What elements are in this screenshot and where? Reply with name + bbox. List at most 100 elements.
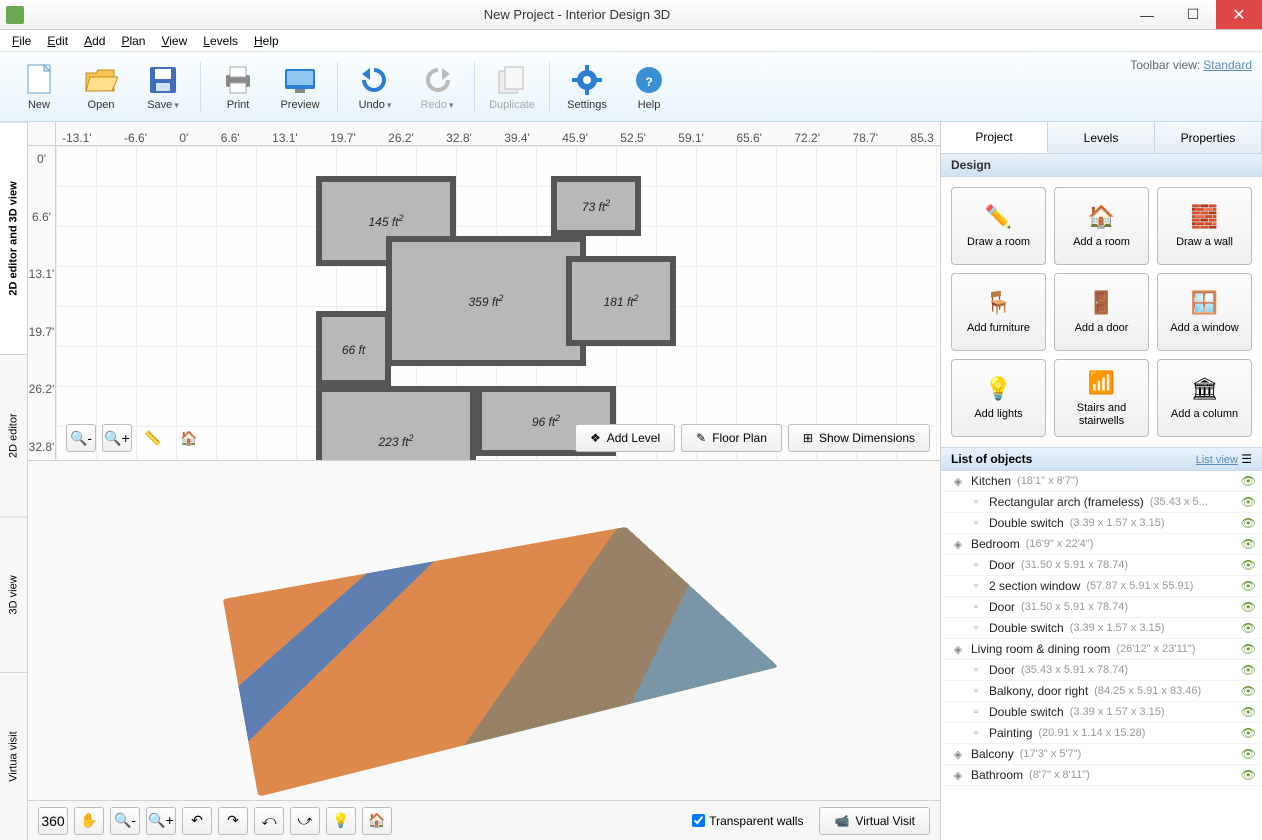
transparent-walls-checkbox[interactable]: Transparent walls [692, 814, 803, 828]
stairs-and-stairwells-button[interactable]: 📶Stairs and stairwells [1054, 359, 1149, 437]
list-item[interactable]: ▫Door (31.50 x 5.91 x 78.74)👁 [941, 555, 1262, 576]
view-tab-0[interactable]: 2D editor and 3D view [0, 122, 27, 354]
undo-button[interactable]: Undo▾ [344, 61, 406, 113]
tab-properties[interactable]: Properties [1155, 122, 1262, 153]
menu-view[interactable]: View [153, 32, 195, 50]
list-view-toggle[interactable]: List view [1196, 454, 1238, 466]
list-icon[interactable]: ☰ [1241, 452, 1252, 466]
room[interactable]: 181 ft2 [566, 256, 676, 346]
print-button[interactable]: Print [207, 61, 269, 113]
zoom-in-3d-button[interactable]: 🔍+ [146, 807, 176, 835]
room[interactable]: 359 ft2 [386, 236, 586, 366]
list-item[interactable]: ▫2 section window (57.87 x 5.91 x 55.91)… [941, 576, 1262, 597]
menu-edit[interactable]: Edit [39, 32, 76, 50]
list-item[interactable]: ▫Double switch (3.39 x 1.57 x 3.15)👁 [941, 513, 1262, 534]
zoom-in-button[interactable]: 🔍+ [102, 424, 132, 452]
add-furniture-button[interactable]: 🪑Add furniture [951, 273, 1046, 351]
list-item[interactable]: ▫Double switch (3.39 x 1.57 x 3.15)👁 [941, 702, 1262, 723]
tilt-left-button[interactable]: ⤺ [254, 807, 284, 835]
visibility-icon[interactable]: 👁 [1241, 768, 1256, 782]
add-a-door-button[interactable]: 🚪Add a door [1054, 273, 1149, 351]
room[interactable]: 66 ft [316, 311, 391, 386]
visibility-icon[interactable]: 👁 [1241, 579, 1256, 593]
save-button[interactable]: Save▾ [132, 61, 194, 113]
tab-project[interactable]: Project [941, 122, 1048, 153]
list-item[interactable]: ▫Painting (20.91 x 1.14 x 15.28)👁 [941, 723, 1262, 744]
zoom-out-button[interactable]: 🔍- [66, 424, 96, 452]
floorplan[interactable]: 145 ft273 ft2359 ft2181 ft266 ft223 ft29… [296, 176, 716, 460]
help-button[interactable]: ?Help [618, 61, 680, 113]
list-item[interactable]: ▫Door (35.43 x 5.91 x 78.74)👁 [941, 660, 1262, 681]
view-tab-2[interactable]: 3D view [0, 516, 27, 672]
tilt-right-button[interactable]: ⤻ [290, 807, 320, 835]
settings-button[interactable]: Settings [556, 61, 618, 113]
visibility-icon[interactable]: 👁 [1241, 747, 1256, 761]
rotate-360-button[interactable]: 360 [38, 807, 68, 835]
list-item[interactable]: ▫Double switch (3.39 x 1.57 x 3.15)👁 [941, 618, 1262, 639]
light-button[interactable]: 💡 [326, 807, 356, 835]
visibility-icon[interactable]: 👁 [1241, 495, 1256, 509]
list-item[interactable]: ◈Balcony (17'3" x 5'7")👁 [941, 744, 1262, 765]
menu-file[interactable]: File [4, 32, 39, 50]
visibility-icon[interactable]: 👁 [1241, 726, 1256, 740]
list-item[interactable]: ◈Bathroom (8'7" x 8'11")👁 [941, 765, 1262, 786]
menu-plan[interactable]: Plan [113, 32, 153, 50]
toolbar-view-mode[interactable]: Standard [1203, 58, 1252, 72]
show-dimensions-button[interactable]: ⊞Show Dimensions [788, 424, 930, 452]
maximize-button[interactable]: ☐ [1170, 0, 1216, 29]
open-button[interactable]: Open [70, 61, 132, 113]
add-a-column-button[interactable]: 🏛Add a column [1157, 359, 1252, 437]
list-item[interactable]: ◈Living room & dining room (26'12" x 23'… [941, 639, 1262, 660]
visibility-icon[interactable]: 👁 [1241, 684, 1256, 698]
new-button[interactable]: New [8, 61, 70, 113]
add-a-window-button[interactable]: 🪟Add a window [1157, 273, 1252, 351]
draw-a-wall-button[interactable]: 🧱Draw a wall [1157, 187, 1252, 265]
redo-button[interactable]: Redo▾ [406, 61, 468, 113]
zoom-out-3d-button[interactable]: 🔍- [110, 807, 140, 835]
duplicate-button[interactable]: Duplicate [481, 61, 543, 113]
add-level-button[interactable]: ❖Add Level [575, 424, 675, 452]
list-item[interactable]: ▫Balkony, door right (84.25 x 5.91 x 83.… [941, 681, 1262, 702]
visibility-icon[interactable]: 👁 [1241, 537, 1256, 551]
ruler-horizontal: -13.1'-6.6'0'6.6'13.1'19.7'26.2'32.8'39.… [56, 122, 940, 145]
canvas-2d[interactable]: 145 ft273 ft2359 ft2181 ft266 ft223 ft29… [56, 146, 940, 460]
virtual-visit-button[interactable]: 📹Virtual Visit [819, 807, 930, 835]
add-a-room-button[interactable]: 🏠Add a room [1054, 187, 1149, 265]
floor-plan-button[interactable]: ✎Floor Plan [681, 424, 782, 452]
view-tab-1[interactable]: 2D editor [0, 354, 27, 516]
list-item[interactable]: ◈Kitchen (18'1" x 8'7")👁 [941, 471, 1262, 492]
draw-a-room-button[interactable]: ✏️Draw a room [951, 187, 1046, 265]
visibility-icon[interactable]: 👁 [1241, 600, 1256, 614]
home-3d-button[interactable]: 🏠 [362, 807, 392, 835]
tab-levels[interactable]: Levels [1048, 122, 1155, 153]
view-tab-3[interactable]: Virtua visit [0, 672, 27, 840]
menu-levels[interactable]: Levels [195, 32, 246, 50]
visibility-icon[interactable]: 👁 [1241, 474, 1256, 488]
layers-icon: ❖ [590, 431, 601, 445]
home-icon[interactable]: 🏠 [174, 424, 204, 452]
object-list[interactable]: ◈Kitchen (18'1" x 8'7")👁▫Rectangular arc… [941, 471, 1262, 840]
visibility-icon[interactable]: 👁 [1241, 663, 1256, 677]
visibility-icon[interactable]: 👁 [1241, 705, 1256, 719]
list-item[interactable]: ▫Door (31.50 x 5.91 x 78.74)👁 [941, 597, 1262, 618]
orbit-left-button[interactable]: ↶ [182, 807, 212, 835]
visibility-icon[interactable]: 👁 [1241, 516, 1256, 530]
visibility-icon[interactable]: 👁 [1241, 558, 1256, 572]
canvas-3d[interactable] [28, 461, 940, 800]
pan-button[interactable]: ✋ [74, 807, 104, 835]
list-item[interactable]: ▫Rectangular arch (frameless) (35.43 x 5… [941, 492, 1262, 513]
room[interactable]: 73 ft2 [551, 176, 641, 236]
list-item[interactable]: ◈Bedroom (16'9" x 22'4")👁 [941, 534, 1262, 555]
menu-add[interactable]: Add [76, 32, 113, 50]
visibility-icon[interactable]: 👁 [1241, 642, 1256, 656]
add-lights-button[interactable]: 💡Add lights [951, 359, 1046, 437]
bottom-toolbar-3d: 360 ✋ 🔍- 🔍+ ↶ ↷ ⤺ ⤻ 💡 🏠 Transparent wall… [28, 800, 940, 840]
room[interactable]: 223 ft2 [316, 386, 476, 460]
minimize-button[interactable]: — [1124, 0, 1170, 29]
menu-help[interactable]: Help [246, 32, 287, 50]
visibility-icon[interactable]: 👁 [1241, 621, 1256, 635]
close-button[interactable]: ✕ [1216, 0, 1262, 29]
preview-button[interactable]: Preview [269, 61, 331, 113]
orbit-right-button[interactable]: ↷ [218, 807, 248, 835]
measure-icon[interactable]: 📏 [138, 424, 168, 452]
